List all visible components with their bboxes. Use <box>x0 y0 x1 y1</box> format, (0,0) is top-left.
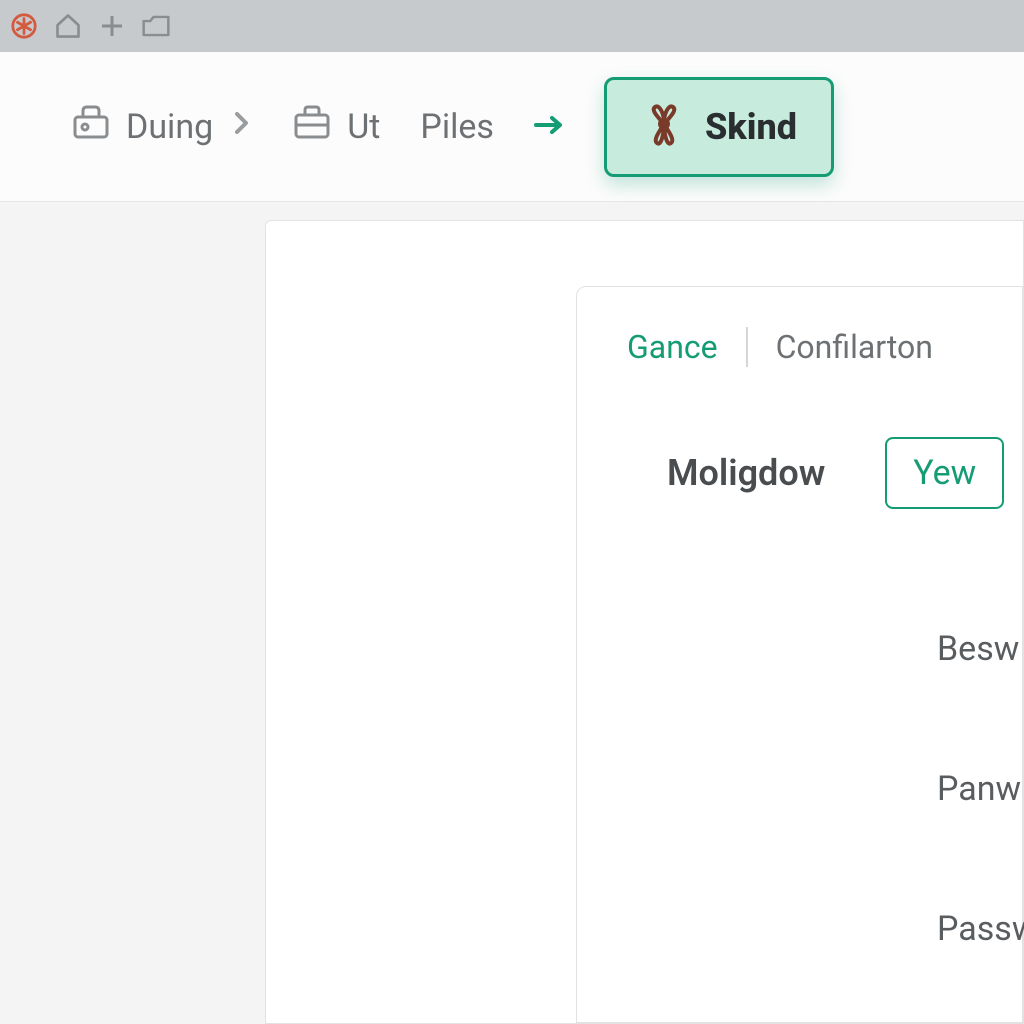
field-label: Passw <box>937 909 1024 949</box>
select-value: Yew <box>913 453 976 493</box>
tab-gance[interactable]: Gance <box>627 328 718 366</box>
field-row: Panw <box>667 769 1022 809</box>
arrow-right-icon <box>534 115 564 139</box>
app-window: Duing Ut Piles <box>0 0 1024 1024</box>
field-row: Passw <box>667 909 1022 949</box>
field-label: Moligdow <box>667 452 825 494</box>
form-fields: Moligdow Yew Besw Panw Passw <box>577 397 1022 949</box>
moligdow-select[interactable]: Yew <box>885 437 1004 509</box>
main-panel: Gance Confilarton Moligdow Yew Besw <box>265 220 1024 1024</box>
briefcase-icon <box>291 101 333 152</box>
tab-label: Skind <box>705 106 797 148</box>
field-label: Besw <box>937 629 1019 669</box>
breadcrumb-bar: Duing Ut Piles <box>0 52 1024 202</box>
breadcrumb-ut[interactable]: Ut <box>291 101 380 152</box>
field-moligdow: Moligdow Yew <box>667 437 1022 509</box>
field-row: Besw <box>667 629 1022 669</box>
toolbox-icon <box>70 101 112 152</box>
detail-tabs: Gance Confilarton <box>577 317 1022 397</box>
breadcrumb-label: Piles <box>420 107 494 147</box>
chevron-right-icon <box>233 109 251 144</box>
content-area: Gance Confilarton Moligdow Yew Besw <box>0 202 1024 1024</box>
field-label: Panw <box>937 769 1021 809</box>
tab-icon[interactable] <box>142 12 170 40</box>
gift-icon <box>641 102 687 152</box>
tab-divider <box>746 327 748 367</box>
home-button[interactable] <box>54 12 82 40</box>
new-tab-button[interactable] <box>98 12 126 40</box>
breadcrumb-label: Ut <box>347 107 380 147</box>
close-asterisk-button[interactable] <box>10 12 38 40</box>
breadcrumb-piles[interactable]: Piles <box>420 107 494 147</box>
titlebar <box>0 0 1024 52</box>
breadcrumb-duing[interactable]: Duing <box>70 101 251 152</box>
tab-confilarton[interactable]: Confilarton <box>776 328 933 366</box>
detail-panel: Gance Confilarton Moligdow Yew Besw <box>576 286 1023 1023</box>
breadcrumb-label: Duing <box>126 107 213 147</box>
tab-skind[interactable]: Skind <box>604 77 834 177</box>
